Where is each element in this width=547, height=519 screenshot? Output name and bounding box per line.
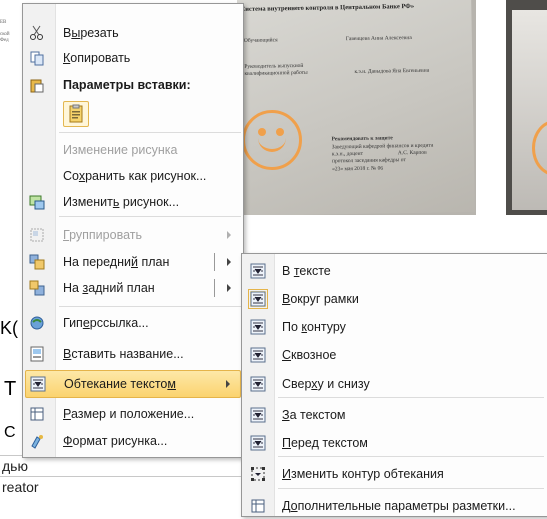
menu-item-вырезать[interactable]: Вырезать [25, 20, 241, 46]
submenu-item-label: Вокруг рамки [282, 292, 359, 306]
paste-options-header: Параметры вставки: [25, 72, 241, 98]
menu-item-label: Вырезать [63, 26, 119, 40]
tight-wrap-icon [250, 319, 266, 335]
clipboard-icon [69, 104, 83, 123]
menu-item-размер-и-положение[interactable]: Размер и положение... [25, 401, 241, 427]
square-wrap-icon [248, 289, 268, 309]
context-menu: Вырезать Копировать Параметры вставки: Изме… [22, 3, 244, 458]
submenu-item-label: Перед текстом [282, 436, 368, 450]
submenu-item-изменить-контур-обтекания[interactable]: Изменить контур обтекания [244, 461, 544, 487]
menu-item-label: Изменить рисунок... [63, 195, 180, 209]
menu-item-обтекание-текстом[interactable]: Обтекание текстом [25, 370, 241, 398]
menu-item-label: На задний план [63, 281, 155, 295]
chevron-right-icon [227, 284, 231, 292]
submenu-item-по-контуру[interactable]: По контуру [244, 314, 544, 340]
menu-separator [278, 488, 544, 489]
document-photo-2[interactable] [506, 0, 547, 215]
submenu-item-label: По контуру [282, 320, 346, 334]
menu-item-label: Гиперссылка... [63, 316, 149, 330]
chevron-right-icon [227, 231, 231, 239]
menu-item-label: Копировать [63, 51, 131, 65]
text-wrap-submenu: В тексте Вокруг рамки По контуру Сквозное Св… [241, 253, 547, 517]
menu-item-label: Параметры вставки: [63, 78, 191, 92]
menu-item-label: Сохранить как рисунок... [63, 169, 207, 183]
menu-separator [278, 397, 544, 398]
format-picture-icon [29, 433, 45, 449]
menu-item-группировать: Группировать [25, 222, 241, 248]
behind-text-icon [250, 407, 266, 423]
document-text-fragment: C [4, 424, 16, 441]
menu-item-сохранить-как-рисунок[interactable]: Сохранить как рисунок... [25, 163, 241, 189]
submenu-item-в-тексте[interactable]: В тексте [244, 258, 544, 284]
menu-separator [59, 306, 241, 307]
copy-icon [29, 50, 45, 66]
menu-item-на-передний-план[interactable]: На передний план [25, 249, 241, 275]
document-text-fragment: T [4, 378, 17, 400]
send-backward-icon [29, 280, 45, 296]
document-left-fragment: ЕВ ской Фед [0, 20, 10, 43]
submenu-item-label: Сквозное [282, 348, 337, 362]
menu-item-гиперссылка[interactable]: Гиперссылка... [25, 310, 241, 336]
chevron-right-icon [226, 380, 230, 388]
submenu-item-сквозное[interactable]: Сквозное [244, 342, 544, 368]
submenu-item-вокруг-рамки[interactable]: Вокруг рамки [244, 286, 544, 312]
menu-separator [59, 216, 241, 217]
menu-separator [59, 132, 241, 133]
menu-item-изменение-рисунка: Изменение рисунка [25, 137, 241, 163]
menu-item-изменить-рисунок[interactable]: Изменить рисунок... [25, 189, 241, 215]
menu-item-label: Размер и положение... [63, 407, 195, 421]
menu-item-label: Формат рисунка... [63, 434, 168, 448]
photo-title: «Система внутреннего контроля в Централь… [237, 2, 415, 14]
inline-wrap-icon [250, 263, 266, 279]
paper-sheet: «Система внутреннего контроля в Централь… [237, 0, 475, 215]
menu-item-label: На передний план [63, 255, 170, 269]
scissors-icon [29, 25, 45, 41]
submenu-item-сверху-и-снизу[interactable]: Сверху и снизу [244, 371, 544, 397]
menu-item-вставить-название[interactable]: Вставить название... [25, 341, 241, 367]
paste-keep-formatting-option[interactable] [63, 101, 89, 127]
document-text-fragment: K( [0, 318, 18, 338]
chevron-right-icon [227, 258, 231, 266]
submenu-item-label: В тексте [282, 264, 331, 278]
submenu-item-label: За текстом [282, 408, 346, 422]
hyperlink-icon [29, 315, 45, 331]
through-wrap-icon [250, 347, 266, 363]
menu-item-на-задний-план[interactable]: На задний план [25, 275, 241, 301]
menu-item-label: Группировать [63, 228, 142, 242]
top-bottom-wrap-icon [250, 376, 266, 392]
more-layout-options-icon [250, 498, 266, 514]
document-photo[interactable]: «Система внутреннего контроля в Централь… [237, 0, 476, 215]
submenu-item-за-текстом[interactable]: За текстом [244, 402, 544, 428]
smiley-face-icon [242, 110, 302, 170]
size-position-icon [29, 406, 45, 422]
edit-wrap-points-icon [250, 466, 266, 482]
menu-item-label: Вставить название... [63, 347, 184, 361]
menu-item-label: Обтекание текстом [64, 377, 176, 391]
in-front-text-icon [250, 435, 266, 451]
menu-separator [278, 456, 544, 457]
submenu-item-label: Изменить контур обтекания [282, 467, 444, 481]
change-picture-icon [29, 194, 45, 210]
submenu-item-label: Сверху и снизу [282, 377, 370, 391]
text-wrap-icon [30, 376, 46, 392]
submenu-item-дополнительные-параметры-разметки[interactable]: Дополнительные параметры разметки... [244, 493, 544, 519]
submenu-item-label: Дополнительные параметры разметки... [282, 499, 516, 513]
menu-item-label: Изменение рисунка [63, 143, 178, 157]
paste-icon [29, 77, 45, 93]
insert-caption-icon [29, 346, 45, 362]
submenu-item-перед-текстом[interactable]: Перед текстом [244, 430, 544, 456]
menu-item-формат-рисунка[interactable]: Формат рисунка... [25, 428, 241, 454]
group-icon [29, 227, 45, 243]
bring-forward-icon [29, 254, 45, 270]
menu-item-копировать[interactable]: Копировать [25, 45, 241, 71]
